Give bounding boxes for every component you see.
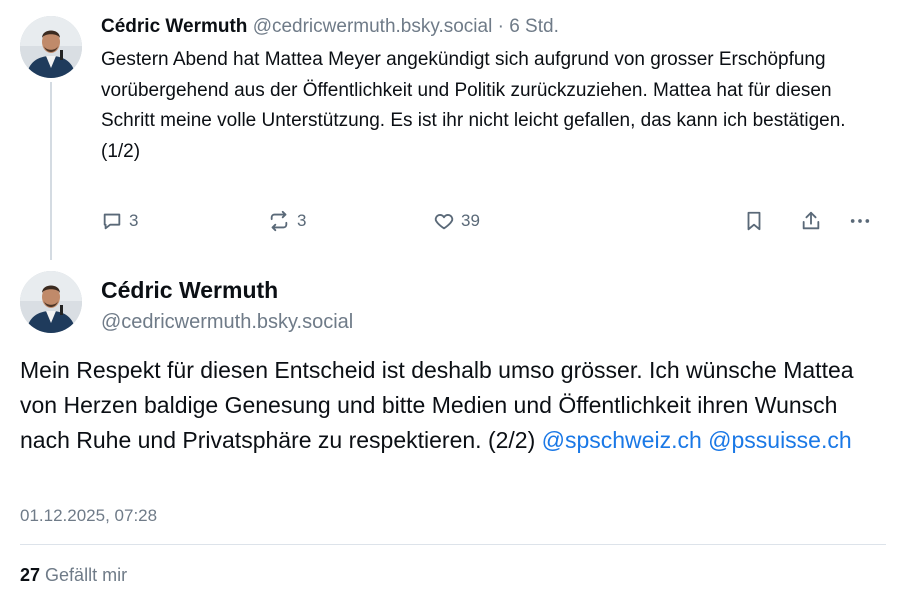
- thread-connector-line: [50, 82, 52, 260]
- like-button[interactable]: 39: [433, 210, 480, 232]
- divider: [20, 544, 886, 545]
- repost-count: 3: [297, 211, 307, 230]
- more-icon: [847, 210, 873, 232]
- post-header: Cédric Wermuth @cedricwermuth.bsky.socia…: [101, 14, 891, 40]
- focused-post-text: Mein Respekt für diesen Entscheid ist de…: [20, 353, 882, 458]
- post-timestamp[interactable]: 01.12.2025, 07:28: [20, 506, 157, 526]
- likes-label: Gefällt mir: [45, 565, 128, 585]
- avatar[interactable]: [20, 16, 82, 78]
- repost-icon: [267, 210, 291, 232]
- bookmark-button[interactable]: [743, 210, 765, 232]
- reply-button[interactable]: 3: [101, 210, 138, 232]
- bookmark-icon: [743, 210, 765, 232]
- repost-button[interactable]: 3: [267, 210, 306, 232]
- post-text: Gestern Abend hat Mattea Meyer angekündi…: [101, 49, 846, 162]
- likes-count: 27: [20, 565, 41, 585]
- reply-count: 3: [129, 211, 139, 230]
- reply-icon: [101, 210, 123, 232]
- share-button[interactable]: [800, 210, 822, 232]
- post-time[interactable]: 6 Std.: [509, 16, 559, 37]
- focused-post-header: Cédric Wermuth @cedricwermuth.bsky.socia…: [101, 276, 353, 334]
- more-options-button[interactable]: [847, 210, 873, 232]
- post-actions: 3 3 39: [101, 210, 881, 240]
- author-name[interactable]: Cédric Wermuth: [101, 276, 353, 304]
- heart-icon: [433, 210, 455, 232]
- author-handle[interactable]: @cedricwermuth.bsky.social: [101, 311, 353, 334]
- avatar[interactable]: [20, 271, 82, 333]
- author-name[interactable]: Cédric Wermuth: [101, 16, 247, 37]
- thread-post-1: Cédric Wermuth @cedricwermuth.bsky.socia…: [101, 14, 891, 167]
- like-count: 39: [461, 211, 480, 230]
- likes-summary[interactable]: 27 Gefällt mir: [20, 565, 127, 586]
- mention-link[interactable]: @spschweiz.ch: [542, 427, 702, 453]
- mention-link[interactable]: @pssuisse.ch: [708, 427, 852, 453]
- author-handle[interactable]: @cedricwermuth.bsky.social: [253, 16, 493, 37]
- share-icon: [800, 210, 822, 232]
- separator-dot: ·: [497, 16, 504, 37]
